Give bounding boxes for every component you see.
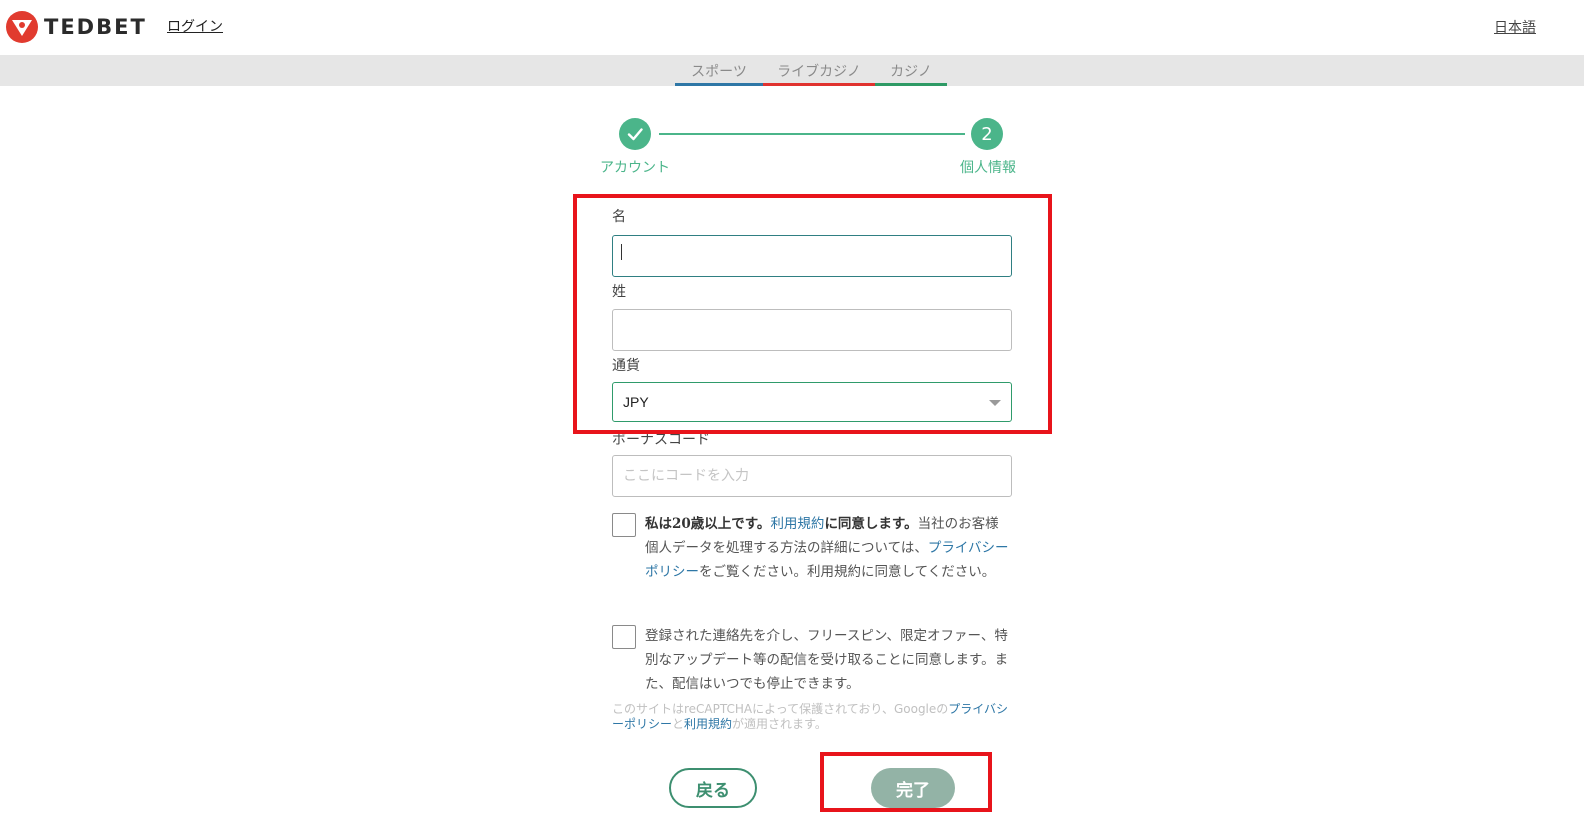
bonus-code-label: ボーナスコード	[612, 432, 710, 448]
login-link[interactable]: ログイン	[167, 16, 223, 36]
bear-logo-icon	[6, 11, 38, 43]
language-selector[interactable]: 日本語	[1494, 17, 1536, 37]
terms-link[interactable]: 利用規約	[770, 516, 824, 532]
privacy-outro-text: をご覧ください。利用規約に同意してください。	[699, 564, 996, 580]
currency-value: JPY	[623, 394, 649, 410]
first-name-label: 名	[612, 209, 626, 225]
product-nav: スポーツ ライブカジノ カジノ	[0, 55, 1584, 86]
brand-name: TEDBET	[44, 15, 147, 39]
step-personal-info: 2	[971, 118, 1003, 150]
recaptcha-notice: このサイトはreCAPTCHAによって保護されており、Googleのプライバシー…	[612, 702, 1012, 732]
marketing-consent-text: 登録された連絡先を介し、フリースピン、限定オファー、特別なアップデート等の配信を…	[645, 628, 1009, 692]
brand-logo[interactable]: TEDBET	[6, 11, 147, 43]
first-name-input[interactable]	[612, 235, 1012, 277]
step-personal-info-label: 個人情報	[960, 160, 1016, 176]
product-tabs: スポーツ ライブカジノ カジノ	[675, 55, 947, 86]
tab-casino[interactable]: カジノ	[875, 55, 947, 86]
recaptcha-text-1: このサイトはreCAPTCHAによって保護されており、Googleの	[612, 702, 949, 716]
chevron-down-icon	[989, 400, 1001, 406]
google-terms-link[interactable]: 利用規約	[684, 717, 732, 731]
marketing-consent-checkbox[interactable]	[612, 625, 636, 649]
currency-select[interactable]: JPY	[612, 382, 1012, 422]
recaptcha-and: と	[672, 717, 685, 731]
last-name-input[interactable]	[612, 309, 1012, 351]
age-terms-text: 私は20歳以上です。利用規約に同意します。当社のお客様個人データを処理する方法の…	[645, 512, 1011, 584]
complete-button[interactable]: 完了	[871, 768, 955, 808]
age-statement: 私は20歳以上です。	[645, 516, 771, 532]
tab-sports[interactable]: スポーツ	[675, 55, 763, 86]
bonus-code-input[interactable]	[612, 455, 1012, 497]
agree-text: に同意します。	[824, 516, 918, 532]
step-account-label: アカウント	[600, 160, 670, 176]
text-caret	[621, 244, 622, 260]
last-name-label: 姓	[612, 284, 626, 300]
tab-live-casino[interactable]: ライブカジノ	[763, 55, 875, 86]
stepper-line	[659, 133, 965, 135]
top-header: TEDBET ログイン 日本語	[0, 0, 1584, 55]
currency-label: 通貨	[612, 358, 640, 374]
age-terms-checkbox[interactable]	[612, 513, 636, 537]
back-button[interactable]: 戻る	[669, 768, 757, 808]
checkmark-icon	[627, 128, 643, 141]
recaptcha-text-2: が適用されます。	[732, 717, 827, 731]
step-account-complete	[619, 118, 651, 150]
